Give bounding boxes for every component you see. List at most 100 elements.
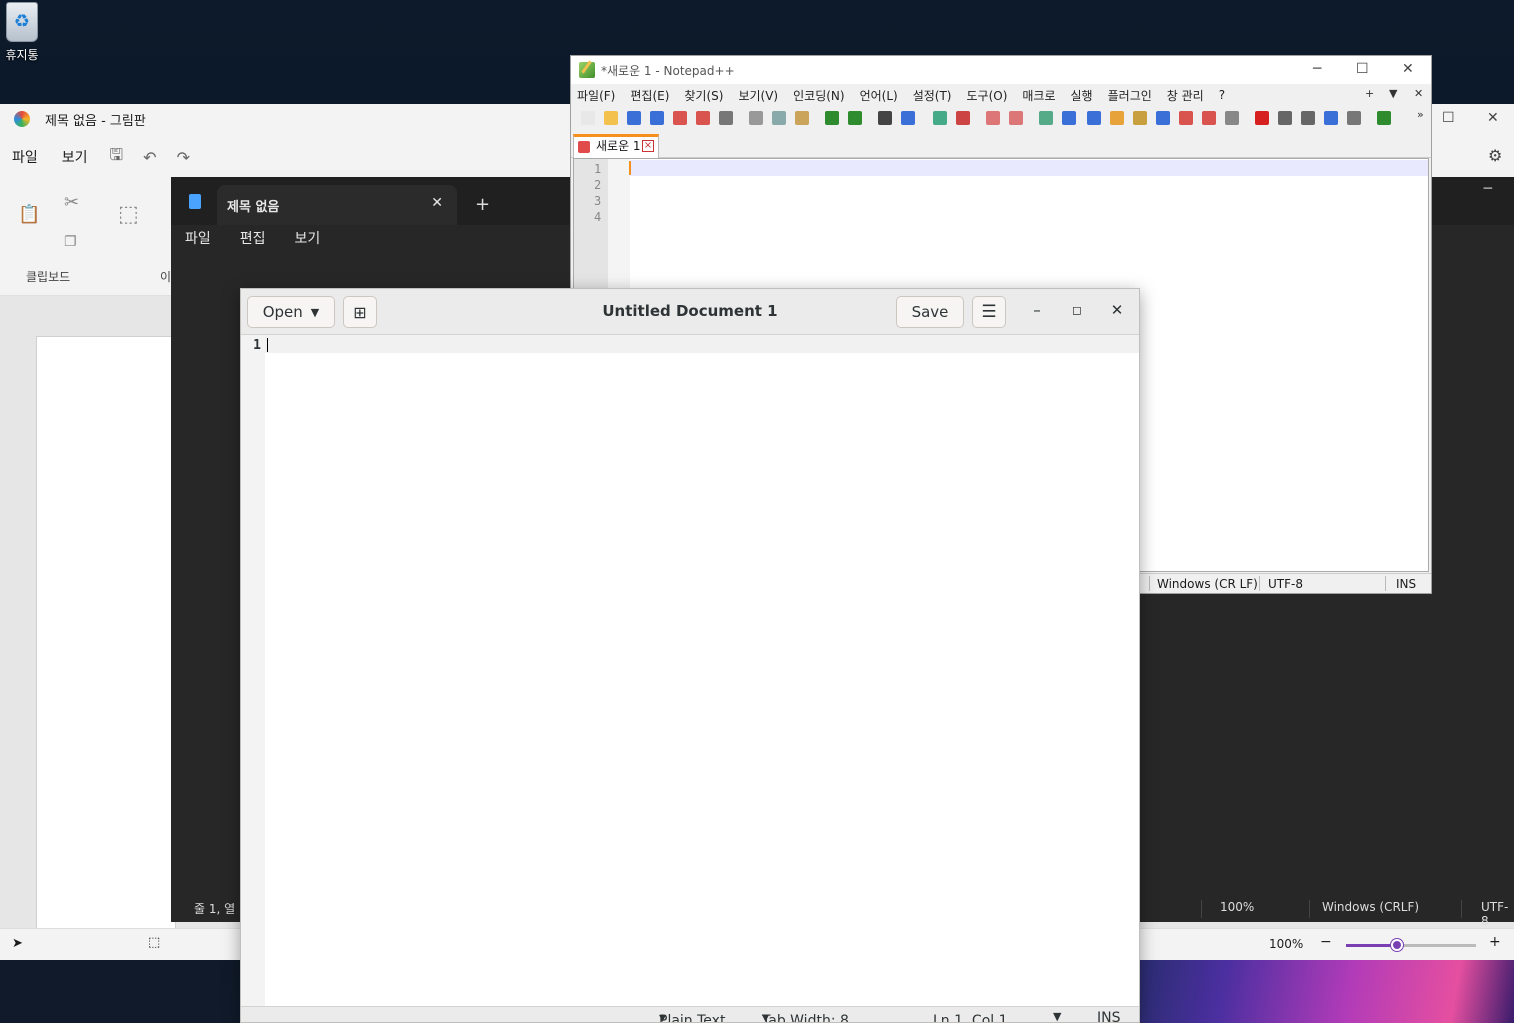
npp-titlebar[interactable]: *새로운 1 - Notepad++ — [571, 56, 1431, 84]
paint-menu-view[interactable]: 보기 — [50, 147, 100, 167]
close-all-icon[interactable] — [696, 111, 710, 125]
recycle-bin-shortcut[interactable]: 휴지통 — [0, 2, 44, 63]
npp-close-button[interactable]: ✕ — [1402, 61, 1414, 77]
npp-doc-tab[interactable]: 새로운 1 × — [573, 134, 659, 158]
npp-tab-list-button[interactable]: ▼ — [1389, 87, 1397, 100]
find-icon[interactable] — [878, 111, 892, 125]
npp-menu-encoding[interactable]: 인코딩(N) — [793, 87, 844, 104]
paint-close-button[interactable]: ✕ — [1487, 110, 1499, 126]
save-file-icon[interactable] — [627, 111, 641, 125]
save-macro-icon[interactable] — [1347, 111, 1361, 125]
copy-icon[interactable] — [772, 111, 786, 125]
toolbar-overflow-icon[interactable]: » — [1417, 108, 1424, 121]
notepad-menu-edit[interactable]: 편집 — [240, 228, 266, 248]
redo-icon[interactable] — [848, 111, 862, 125]
cut-icon[interactable] — [749, 111, 763, 125]
paint-menu-file[interactable]: 파일 — [0, 147, 50, 167]
word-wrap-icon[interactable] — [1039, 111, 1053, 125]
undo-icon[interactable] — [825, 111, 839, 125]
cut-icon[interactable]: ✂ — [64, 192, 79, 213]
doc-switcher-icon[interactable] — [1225, 111, 1239, 125]
zoom-slider-fill — [1346, 944, 1397, 947]
launch-icon[interactable] — [1377, 111, 1391, 125]
npp-menu-edit[interactable]: 편집(E) — [630, 87, 669, 104]
npp-menu-search[interactable]: 찾기(S) — [684, 87, 723, 104]
indent-guide-icon[interactable] — [1087, 111, 1101, 125]
gedit-text-area[interactable] — [265, 335, 1139, 1008]
language-selector[interactable]: Plain Text ▾ — [659, 1010, 725, 1022]
npp-tab-close-icon[interactable]: × — [642, 140, 654, 152]
new-tab-button[interactable]: + — [475, 194, 490, 215]
gedit-maximize-button[interactable]: ◻ — [1067, 303, 1087, 317]
notepad-tab[interactable]: 제목 없음 ✕ — [217, 185, 457, 225]
npp-menu-tools[interactable]: 도구(O) — [967, 87, 1008, 104]
npp-menu-macro[interactable]: 매크로 — [1022, 87, 1055, 104]
zoom-slider-thumb[interactable] — [1390, 939, 1403, 951]
save-all-icon[interactable] — [650, 111, 664, 125]
paste-icon[interactable] — [795, 111, 809, 125]
account-icon[interactable]: ⚙ — [1488, 146, 1502, 165]
paste-icon[interactable]: 📋 — [18, 204, 40, 225]
zoom-out-icon[interactable] — [956, 111, 970, 125]
npp-menu-settings[interactable]: 설정(T) — [913, 87, 952, 104]
npp-minimize-button[interactable]: ─ — [1313, 61, 1321, 77]
npp-menu-plugins[interactable]: 플러그인 — [1108, 87, 1152, 104]
npp-close-doc-button[interactable]: ✕ — [1414, 87, 1423, 100]
new-document-button[interactable]: ⊞ — [343, 296, 377, 328]
new-file-icon[interactable] — [581, 111, 595, 125]
func-list-icon[interactable] — [1156, 111, 1170, 125]
stop-macro-icon[interactable] — [1278, 111, 1292, 125]
notepad-menu-view[interactable]: 보기 — [295, 228, 321, 248]
tab-width-selector[interactable]: Tab Width: 8 ▾ — [762, 1010, 849, 1022]
npp-app-icon — [579, 62, 595, 78]
udl-icon[interactable] — [1110, 111, 1124, 125]
select-icon[interactable]: ⬚ — [118, 202, 139, 227]
save-button-label: Save — [911, 303, 949, 321]
npp-menu-file[interactable]: 파일(F) — [577, 87, 615, 104]
npp-maximize-button[interactable]: ☐ — [1356, 61, 1369, 77]
notepad-menu-file[interactable]: 파일 — [185, 228, 211, 248]
monitor-icon[interactable] — [1202, 111, 1216, 125]
zoom-in-icon[interactable] — [933, 111, 947, 125]
undo-icon[interactable]: ↶ — [133, 148, 166, 167]
paint-maximize-button[interactable]: ☐ — [1442, 110, 1455, 126]
npp-menu-view[interactable]: 보기(V) — [738, 87, 778, 104]
position-chevron-icon[interactable]: ▼ — [1053, 1010, 1061, 1022]
gedit-headerbar[interactable]: Open ▼ ⊞ Untitled Document 1 Save ☰ – ◻ … — [241, 289, 1139, 335]
npp-menu-window[interactable]: 창 관리 — [1167, 87, 1204, 104]
play-macro-icon[interactable] — [1301, 111, 1315, 125]
npp-menu-help[interactable]: ? — [1219, 88, 1225, 102]
open-file-icon[interactable] — [604, 111, 618, 125]
npp-new-tab-button[interactable]: + — [1365, 87, 1374, 100]
zoom-out-button[interactable]: − — [1320, 934, 1332, 950]
gedit-minimize-button[interactable]: – — [1027, 301, 1047, 319]
notepad-zoom-level: 100% — [1220, 900, 1255, 914]
hamburger-menu-button[interactable]: ☰ — [972, 296, 1006, 328]
close-file-icon[interactable] — [673, 111, 687, 125]
all-chars-icon[interactable] — [1062, 111, 1076, 125]
notepad-minimize-button[interactable]: ─ — [1484, 181, 1492, 197]
folder-workspace-icon[interactable] — [1179, 111, 1193, 125]
sync-h-icon[interactable] — [1009, 111, 1023, 125]
redo-icon[interactable]: ↷ — [167, 148, 200, 167]
close-tab-icon[interactable]: ✕ — [431, 195, 443, 211]
paint-canvas[interactable] — [36, 336, 176, 936]
replace-icon[interactable] — [901, 111, 915, 125]
status-separator — [1461, 900, 1462, 918]
npp-line-number: 2 — [594, 178, 602, 192]
hamburger-menu-icon: ☰ — [981, 302, 997, 322]
open-button[interactable]: Open ▼ — [247, 296, 335, 328]
zoom-in-button[interactable]: + — [1489, 934, 1501, 950]
doc-map-icon[interactable] — [1133, 111, 1147, 125]
npp-menu-language[interactable]: 언어(L) — [860, 87, 898, 104]
save-button[interactable]: Save — [896, 296, 964, 328]
npp-menu-run[interactable]: 실행 — [1071, 87, 1093, 104]
record-macro-icon[interactable] — [1255, 111, 1269, 125]
print-icon[interactable] — [719, 111, 733, 125]
save-icon[interactable]: 🖫 — [100, 144, 134, 171]
zoom-slider[interactable] — [1346, 939, 1476, 951]
copy-icon[interactable]: ❐ — [64, 234, 77, 250]
gedit-close-button[interactable]: ✕ — [1107, 301, 1127, 319]
run-macro-icon[interactable] — [1324, 111, 1338, 125]
sync-v-icon[interactable] — [986, 111, 1000, 125]
